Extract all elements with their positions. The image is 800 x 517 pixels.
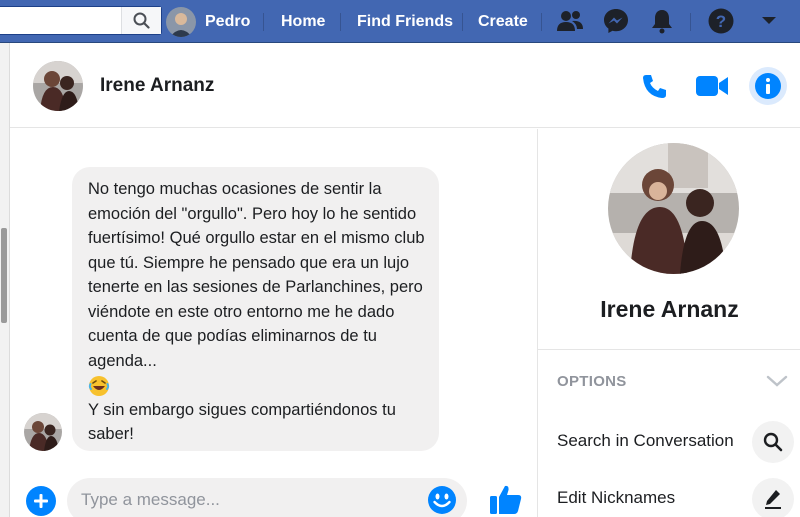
nav-create[interactable]: Create	[478, 0, 528, 43]
option-label: Search in Conversation	[557, 431, 734, 450]
thumbs-up-icon[interactable]	[486, 480, 526, 517]
message-text-continued: Y sin embargo sigues compartiéndonos tu …	[88, 400, 396, 444]
message-input[interactable]	[81, 486, 411, 514]
message-field[interactable]	[67, 478, 467, 517]
option-search-in-conversation[interactable]: Search in Conversation	[538, 418, 800, 468]
profile-name: Pedro	[205, 12, 251, 30]
contact-profile-photo[interactable]	[608, 143, 739, 274]
conversation-info-panel: Irene Arnanz OPTIONS Search in Conversat…	[537, 129, 800, 517]
option-edit-nicknames[interactable]: Edit Nicknames	[538, 475, 800, 517]
sender-avatar[interactable]	[24, 413, 62, 451]
scrollbar-thumb[interactable]	[1, 228, 7, 323]
search-button[interactable]	[121, 7, 161, 34]
user-avatar	[166, 6, 196, 37]
search-icon	[133, 12, 150, 29]
divider	[538, 349, 800, 350]
pencil-icon	[752, 478, 794, 517]
contact-avatar[interactable]	[33, 61, 83, 111]
options-section-title[interactable]: OPTIONS	[557, 373, 627, 390]
message-bubble[interactable]: No tengo muchas ocasiones de sentir la e…	[72, 167, 439, 451]
svg-text:?: ?	[716, 12, 726, 31]
account-menu-icon[interactable]	[754, 6, 784, 36]
search-input[interactable]	[0, 7, 125, 34]
help-icon[interactable]: ?	[706, 6, 736, 36]
message-text: No tengo muchas ocasiones de sentir la e…	[88, 180, 425, 370]
info-icon[interactable]	[749, 67, 787, 105]
rolling-on-the-floor-laughing-emoji	[88, 375, 110, 397]
search-icon	[752, 421, 794, 463]
messenger-icon[interactable]	[601, 6, 631, 36]
phone-icon[interactable]	[636, 67, 674, 105]
message-thread: No tengo muchas ocasiones de sentir la e…	[10, 129, 537, 469]
left-scroll-edge	[0, 43, 10, 517]
add-icon[interactable]	[26, 486, 56, 516]
video-camera-icon[interactable]	[693, 67, 731, 105]
nav-home[interactable]: Home	[281, 0, 325, 43]
search-box[interactable]	[0, 6, 162, 35]
emoji-icon[interactable]	[427, 485, 457, 515]
option-label: Edit Nicknames	[557, 488, 676, 507]
friends-icon[interactable]	[555, 6, 585, 36]
notifications-icon[interactable]	[647, 6, 677, 36]
chevron-down-icon[interactable]	[766, 373, 788, 389]
contact-profile-name: Irene Arnanz	[600, 296, 739, 322]
contact-name: Irene Arnanz	[100, 75, 215, 96]
nav-find-friends[interactable]: Find Friends	[357, 0, 453, 43]
message-composer	[10, 470, 537, 517]
top-navigation-bar: Pedro Home Find Friends Create ?	[0, 0, 800, 43]
conversation-header: Irene Arnanz	[10, 43, 800, 128]
profile-link[interactable]: Pedro	[166, 0, 250, 43]
